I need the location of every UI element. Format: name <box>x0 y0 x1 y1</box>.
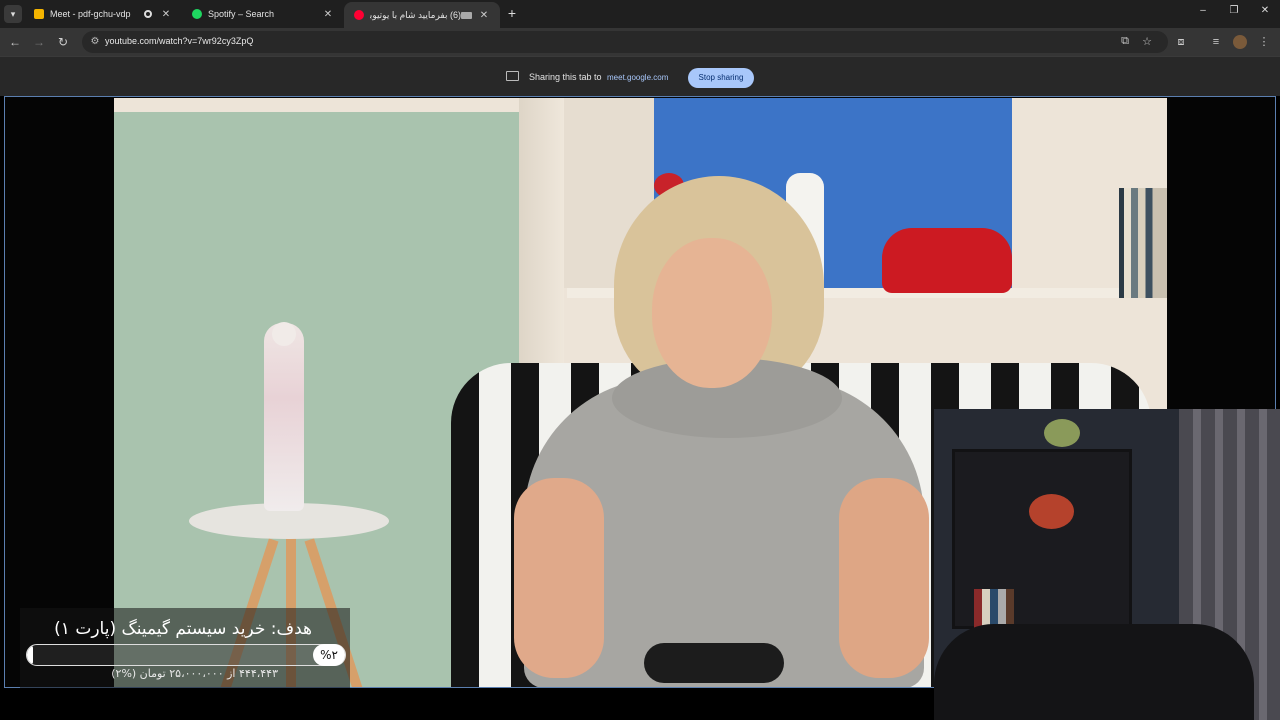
tab-label: Spotify – Search <box>208 9 275 19</box>
browser-menu-icon[interactable]: ⋮ <box>1256 34 1272 50</box>
screen-share-icon <box>506 71 519 81</box>
tab-search-button[interactable]: ▾ <box>4 5 22 23</box>
webcam-overlay <box>934 409 1280 720</box>
meet-favicon-icon <box>34 9 44 19</box>
new-tab-button[interactable]: + <box>503 5 521 21</box>
tab-meet[interactable]: Meet - pdf-gchu-vdp ✕ <box>24 2 182 26</box>
tab-label: (6) بفرمایید شام با یوتیوبرا (... <box>370 9 461 20</box>
address-bar[interactable]: ⚙ youtube.com/watch?v=7wr92cy3ZpQ ⧉ ☆ <box>82 31 1168 53</box>
url-text[interactable]: youtube.com/watch?v=7wr92cy3ZpQ <box>105 36 253 46</box>
spotify-favicon-icon <box>192 9 202 19</box>
tab-strip: ▾ Meet - pdf-gchu-vdp ✕ Spotify – Search… <box>0 0 1280 28</box>
tab-sharing-bar: Sharing this tab to meet.google.com Stop… <box>0 56 1280 96</box>
cast-icon[interactable]: ⧉ <box>1118 35 1132 48</box>
goal-progress-fill <box>27 645 34 665</box>
browser-toolbar: ← → ↻ ⚙ youtube.com/watch?v=7wr92cy3ZpQ … <box>0 28 1280 56</box>
forward-button[interactable]: → <box>31 34 47 50</box>
sharing-text: Sharing this tab to <box>529 72 602 82</box>
sharing-host-link[interactable]: meet.google.com <box>607 73 668 82</box>
site-info-icon[interactable]: ⚙ <box>88 35 102 49</box>
tab-close-icon[interactable]: ✕ <box>160 9 172 20</box>
goal-progress-bar <box>26 644 346 666</box>
media-controls-icon[interactable]: ≡ <box>1208 34 1224 50</box>
reload-button[interactable]: ↻ <box>55 34 71 50</box>
maximize-button[interactable]: ❐ <box>1224 5 1244 16</box>
extensions-icon[interactable]: ⧈ <box>1173 34 1189 50</box>
screen-share-indicator-icon <box>461 11 472 19</box>
tab-label: Meet - pdf-gchu-vdp <box>50 9 131 19</box>
goal-title: هدف: خرید سیستم گیمینگ (پارت ۱) <box>54 619 312 639</box>
back-button[interactable]: ← <box>7 34 23 50</box>
close-window-button[interactable]: ✕ <box>1255 5 1275 16</box>
recording-indicator-icon <box>144 10 152 18</box>
bookmark-star-icon[interactable]: ☆ <box>1140 35 1154 48</box>
page-content: هدف: خرید سیستم گیمینگ (پارت ۱) %۲ ۴۴۴،۴… <box>0 96 1280 720</box>
minimize-button[interactable]: – <box>1193 5 1213 16</box>
tab-youtube[interactable]: (6) بفرمایید شام با یوتیوبرا (... ✕ <box>344 2 500 28</box>
tab-spotify[interactable]: Spotify – Search ✕ <box>182 2 344 26</box>
youtube-favicon-icon <box>354 10 364 20</box>
profile-avatar[interactable] <box>1233 35 1247 49</box>
tab-close-icon[interactable]: ✕ <box>478 10 490 21</box>
tab-close-icon[interactable]: ✕ <box>322 9 334 20</box>
stop-sharing-button[interactable]: Stop sharing <box>688 68 754 88</box>
goal-amount-text: ۴۴۴،۴۴۳ از ۲۵،۰۰۰،۰۰۰ تومان (%۲) <box>111 667 278 680</box>
goal-percent-badge: %۲ <box>313 644 345 666</box>
